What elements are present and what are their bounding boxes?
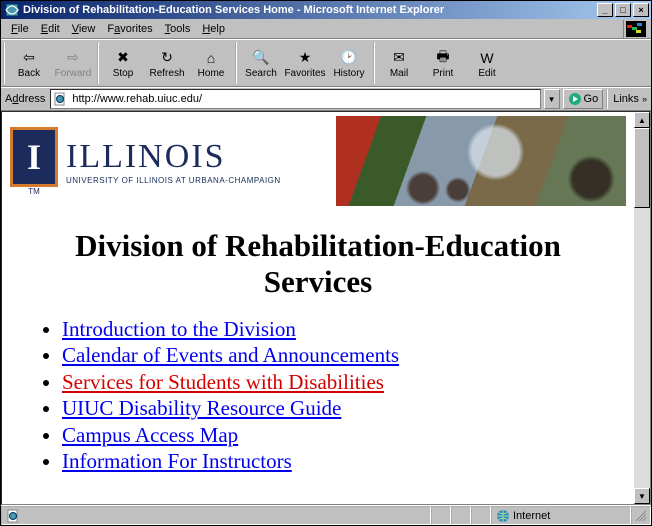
page-link[interactable]: Introduction to the Division	[62, 317, 296, 341]
app-icon	[4, 2, 20, 18]
menu-favorites[interactable]: Favorites	[101, 22, 158, 36]
page-link[interactable]: UIUC Disability Resource Guide	[62, 396, 341, 420]
search-button[interactable]: 🔍Search	[239, 43, 283, 83]
back-icon: ⇦	[19, 48, 39, 68]
list-item: Campus Access Map	[62, 422, 604, 448]
page-icon	[53, 92, 67, 106]
browser-window: Division of Rehabilitation-Education Ser…	[0, 0, 652, 526]
zone-label: Internet	[513, 510, 550, 522]
menu-file[interactable]: File	[5, 22, 35, 36]
edit-icon: W	[477, 48, 497, 68]
refresh-button[interactable]: ↻Refresh	[145, 43, 189, 83]
page-link[interactable]: Information For Instructors	[62, 449, 292, 473]
scroll-up-button[interactable]: ▲	[634, 112, 650, 128]
mail-icon: ✉	[389, 48, 409, 68]
address-bar: Address ▼ Go Links »	[1, 87, 651, 111]
resize-grip[interactable]	[631, 506, 651, 525]
address-input[interactable]	[70, 92, 537, 106]
minimize-button[interactable]: _	[597, 3, 613, 17]
logo-text-sub: UNIVERSITY OF ILLINOIS AT URBANA-CHAMPAI…	[66, 176, 281, 185]
print-icon: 🖶	[433, 48, 453, 68]
refresh-icon: ↻	[157, 48, 177, 68]
mail-button[interactable]: ✉Mail	[377, 43, 421, 83]
list-item: Services for Students with Disabilities	[62, 369, 604, 395]
home-icon: ⌂	[201, 48, 221, 68]
security-zone: Internet	[491, 506, 631, 525]
page-heading: Division of Rehabilitation-Education Ser…	[32, 228, 604, 300]
vertical-scrollbar[interactable]: ▲ ▼	[634, 112, 650, 504]
list-item: UIUC Disability Resource Guide	[62, 395, 604, 421]
titlebar[interactable]: Division of Rehabilitation-Education Ser…	[1, 1, 651, 19]
content-area: I TM ILLINOIS UNIVERSITY OF ILLINOIS AT …	[1, 111, 651, 505]
home-button[interactable]: ⌂Home	[189, 43, 233, 83]
window-title: Division of Rehabilitation-Education Ser…	[23, 4, 597, 16]
logo-text-main: ILLINOIS	[66, 138, 281, 176]
stop-icon: ✖	[113, 48, 133, 68]
page-link[interactable]: Campus Access Map	[62, 423, 238, 447]
window-controls: _ □ ×	[597, 1, 651, 19]
logo-tm: TM	[28, 187, 40, 196]
favorites-icon: ★	[295, 48, 315, 68]
page-link[interactable]: Calendar of Events and Announcements	[62, 343, 399, 367]
forward-icon: ⇨	[63, 48, 83, 68]
menu-edit[interactable]: Edit	[35, 22, 66, 36]
banner-image	[336, 116, 626, 206]
status-slot-3	[471, 506, 491, 525]
go-label: Go	[584, 93, 599, 105]
link-list: Introduction to the DivisionCalendar of …	[32, 316, 604, 475]
toolbar: ⇦Back⇨Forward✖Stop↻Refresh⌂Home🔍Search★F…	[1, 39, 651, 87]
logo-mark: I	[10, 127, 58, 187]
history-button[interactable]: 🕑History	[327, 43, 371, 83]
close-button[interactable]: ×	[633, 3, 649, 17]
links-button[interactable]: Links »	[606, 89, 649, 109]
edit-button[interactable]: WEdit	[465, 43, 509, 83]
list-item: Calendar of Events and Announcements	[62, 342, 604, 368]
status-slot-2	[451, 506, 471, 525]
logo[interactable]: I TM ILLINOIS UNIVERSITY OF ILLINOIS AT …	[10, 127, 281, 196]
status-slot-1	[431, 506, 451, 525]
favorites-button[interactable]: ★Favorites	[283, 43, 327, 83]
page-header: I TM ILLINOIS UNIVERSITY OF ILLINOIS AT …	[2, 112, 634, 206]
throbber-icon	[623, 20, 647, 38]
list-item: Introduction to the Division	[62, 316, 604, 342]
go-button[interactable]: Go	[563, 89, 604, 109]
scroll-down-button[interactable]: ▼	[634, 488, 650, 504]
statusbar: Internet	[1, 505, 651, 525]
address-label: Address	[3, 93, 47, 105]
address-dropdown[interactable]: ▼	[544, 89, 560, 109]
menu-help[interactable]: Help	[196, 22, 231, 36]
menubar: FileEditViewFavoritesToolsHelp	[1, 19, 651, 39]
maximize-button[interactable]: □	[615, 3, 631, 17]
address-input-wrap[interactable]	[50, 89, 540, 109]
back-button[interactable]: ⇦Back	[7, 43, 51, 83]
print-button[interactable]: 🖶Print	[421, 43, 465, 83]
status-text	[1, 506, 431, 525]
scroll-thumb[interactable]	[634, 128, 650, 208]
search-icon: 🔍	[251, 48, 271, 68]
menu-view[interactable]: View	[66, 22, 102, 36]
history-icon: 🕑	[339, 48, 359, 68]
menu-tools[interactable]: Tools	[159, 22, 197, 36]
forward-button: ⇨Forward	[51, 43, 95, 83]
page-content[interactable]: I TM ILLINOIS UNIVERSITY OF ILLINOIS AT …	[2, 112, 634, 504]
scroll-track[interactable]	[634, 128, 650, 488]
stop-button[interactable]: ✖Stop	[101, 43, 145, 83]
list-item: Information For Instructors	[62, 448, 604, 474]
page-link[interactable]: Services for Students with Disabilities	[62, 370, 384, 394]
